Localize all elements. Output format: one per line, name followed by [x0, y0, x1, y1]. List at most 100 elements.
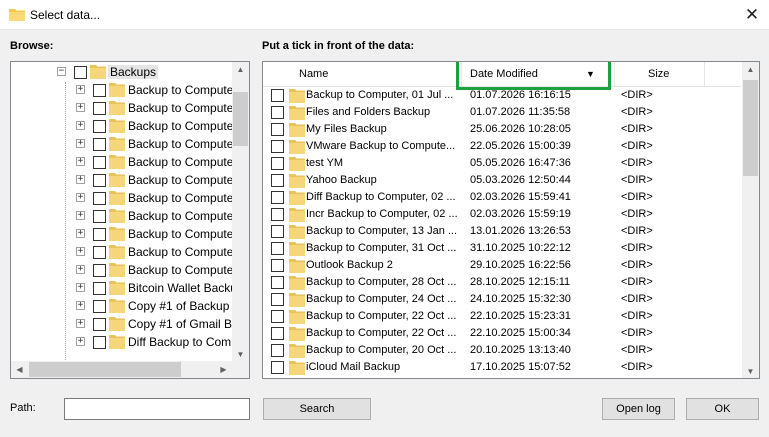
close-button[interactable]: ✕	[735, 0, 769, 30]
row-checkbox[interactable]	[271, 344, 284, 357]
scroll-left-icon[interactable]: ◀	[11, 365, 28, 374]
list-row[interactable]: Files and Folders Backup 01.07.2026 11:35…	[263, 104, 741, 121]
tree-checkbox[interactable]	[93, 264, 106, 277]
tree-item[interactable]: + Backup to Compute	[11, 261, 233, 279]
tree-checkbox[interactable]	[93, 84, 106, 97]
list-scroll-thumb[interactable]	[743, 80, 758, 176]
tree-checkbox[interactable]	[93, 174, 106, 187]
expand-icon[interactable]: +	[76, 301, 85, 310]
list-row[interactable]: Backup to Computer, 01 Jul ... 01.07.2026…	[263, 87, 741, 104]
tree-vertical-scrollbar[interactable]: ▲ ▼	[232, 62, 249, 361]
tree-item[interactable]: + Bitcoin Wallet Backu	[11, 279, 237, 297]
expand-icon[interactable]: +	[76, 211, 85, 220]
expand-icon[interactable]: +	[76, 229, 85, 238]
expand-icon[interactable]: +	[76, 283, 85, 292]
tree-item[interactable]: + Backup to Compute	[11, 81, 233, 99]
open-log-button[interactable]: Open log	[602, 398, 675, 420]
row-checkbox[interactable]	[271, 191, 284, 204]
scroll-down-icon[interactable]: ▼	[742, 367, 759, 376]
expand-icon[interactable]: +	[76, 157, 85, 166]
tree-checkbox[interactable]	[93, 120, 106, 133]
tree-checkbox[interactable]	[93, 228, 106, 241]
tree-checkbox[interactable]	[93, 192, 106, 205]
list-row[interactable]: Incr Backup to Computer, 02 ... 02.03.202…	[263, 206, 741, 223]
list-row[interactable]: VMware Backup to Compute... 22.05.2026 15…	[263, 138, 741, 155]
row-checkbox[interactable]	[271, 89, 284, 102]
expand-icon[interactable]: +	[76, 139, 85, 148]
tree-item[interactable]: + Backup to Compute	[11, 135, 233, 153]
tree-checkbox[interactable]	[93, 210, 106, 223]
list-vertical-scrollbar[interactable]: ▲ ▼	[742, 62, 759, 378]
tree-item[interactable]: + Backup to Compute	[11, 243, 233, 261]
list-row[interactable]: Backup to Computer, 22 Oct ... 22.10.2025…	[263, 308, 741, 325]
row-checkbox[interactable]	[271, 276, 284, 289]
data-list[interactable]: Name Date Modified ▼ Size Backup to Comp…	[262, 61, 760, 379]
tree-item[interactable]: + Copy #1 of Backup	[11, 297, 233, 315]
tree-item[interactable]: + Backup to Compute	[11, 225, 233, 243]
list-row[interactable]: iCloud Mail Backup 17.10.2025 15:07:52 <DI…	[263, 359, 741, 376]
row-checkbox[interactable]	[271, 259, 284, 272]
tree-item[interactable]: + Backup to Compute	[11, 171, 233, 189]
tree-checkbox[interactable]	[93, 318, 106, 331]
tree-item[interactable]: + Backup to Compute	[11, 99, 233, 117]
scroll-right-icon[interactable]: ▶	[215, 365, 232, 374]
expand-icon[interactable]: +	[76, 121, 85, 130]
list-row[interactable]: Yahoo Backup 05.03.2026 12:50:44 <DIR>	[263, 172, 741, 189]
scroll-down-icon[interactable]: ▼	[232, 350, 249, 359]
tree-checkbox[interactable]	[93, 336, 106, 349]
scroll-up-icon[interactable]: ▲	[232, 65, 249, 74]
tree-checkbox[interactable]	[93, 138, 106, 151]
list-row[interactable]: Outlook Backup 2 29.10.2025 16:22:56 <DIR>	[263, 257, 741, 274]
list-row[interactable]: Backup to Computer, 31 Oct ... 31.10.2025…	[263, 240, 741, 257]
tree-scroll-thumb[interactable]	[233, 92, 248, 146]
ok-button[interactable]: OK	[686, 398, 759, 420]
tree-item[interactable]: + Copy #1 of Gmail B	[11, 315, 233, 333]
tree-item[interactable]: + Backup to Compute	[11, 207, 233, 225]
tree-horizontal-scrollbar[interactable]: ◀ ▶	[11, 361, 249, 378]
tree-checkbox[interactable]	[93, 246, 106, 259]
expand-icon[interactable]: +	[76, 193, 85, 202]
row-checkbox[interactable]	[271, 208, 284, 221]
folder-tree[interactable]: − Backups + Backup to Compute + Backup to Com…	[10, 61, 250, 379]
row-checkbox[interactable]	[271, 361, 284, 374]
tree-checkbox[interactable]	[93, 300, 106, 313]
list-row[interactable]: Backup to Computer, 13 Jan ... 13.01.2026…	[263, 223, 741, 240]
row-checkbox[interactable]	[271, 310, 284, 323]
row-checkbox[interactable]	[271, 106, 284, 119]
tree-item[interactable]: + Diff Backup to Com	[11, 333, 233, 351]
search-button[interactable]: Search	[263, 398, 371, 420]
expand-icon[interactable]: +	[76, 337, 85, 346]
list-row[interactable]: test YM 05.05.2026 16:47:36 <DIR>	[263, 155, 741, 172]
tree-checkbox[interactable]	[74, 66, 87, 79]
list-row[interactable]: Backup to Computer, 22 Oct ... 22.10.2025…	[263, 325, 741, 342]
tree-item[interactable]: + Backup to Compute	[11, 153, 233, 171]
row-checkbox[interactable]	[271, 293, 284, 306]
expand-icon[interactable]: +	[76, 319, 85, 328]
expand-icon[interactable]: +	[76, 175, 85, 184]
row-checkbox[interactable]	[271, 123, 284, 136]
collapse-icon[interactable]: −	[57, 67, 66, 76]
row-checkbox[interactable]	[271, 242, 284, 255]
expand-icon[interactable]: +	[76, 103, 85, 112]
tree-item[interactable]: + Backup to Compute	[11, 117, 233, 135]
path-input[interactable]	[64, 398, 250, 420]
expand-icon[interactable]: +	[76, 85, 85, 94]
row-checkbox[interactable]	[271, 225, 284, 238]
list-row[interactable]: Diff Backup to Computer, 02 ... 02.03.202…	[263, 189, 741, 206]
row-checkbox[interactable]	[271, 157, 284, 170]
tree-root-backups[interactable]: − Backups	[11, 63, 233, 81]
row-checkbox[interactable]	[271, 174, 284, 187]
list-row[interactable]: Backup to Computer, 20 Oct ... 20.10.2025…	[263, 342, 741, 359]
tree-hscroll-thumb[interactable]	[29, 362, 181, 377]
column-size[interactable]: Size	[648, 68, 669, 80]
tree-checkbox[interactable]	[93, 156, 106, 169]
expand-icon[interactable]: +	[76, 247, 85, 256]
row-checkbox[interactable]	[271, 327, 284, 340]
scroll-up-icon[interactable]: ▲	[742, 65, 759, 74]
expand-icon[interactable]: +	[76, 265, 85, 274]
tree-checkbox[interactable]	[93, 102, 106, 115]
row-checkbox[interactable]	[271, 140, 284, 153]
tree-checkbox[interactable]	[93, 282, 106, 295]
list-row[interactable]: My Files Backup 25.06.2026 10:28:05 <DIR>	[263, 121, 741, 138]
list-row[interactable]: Backup to Computer, 24 Oct ... 24.10.2025…	[263, 291, 741, 308]
